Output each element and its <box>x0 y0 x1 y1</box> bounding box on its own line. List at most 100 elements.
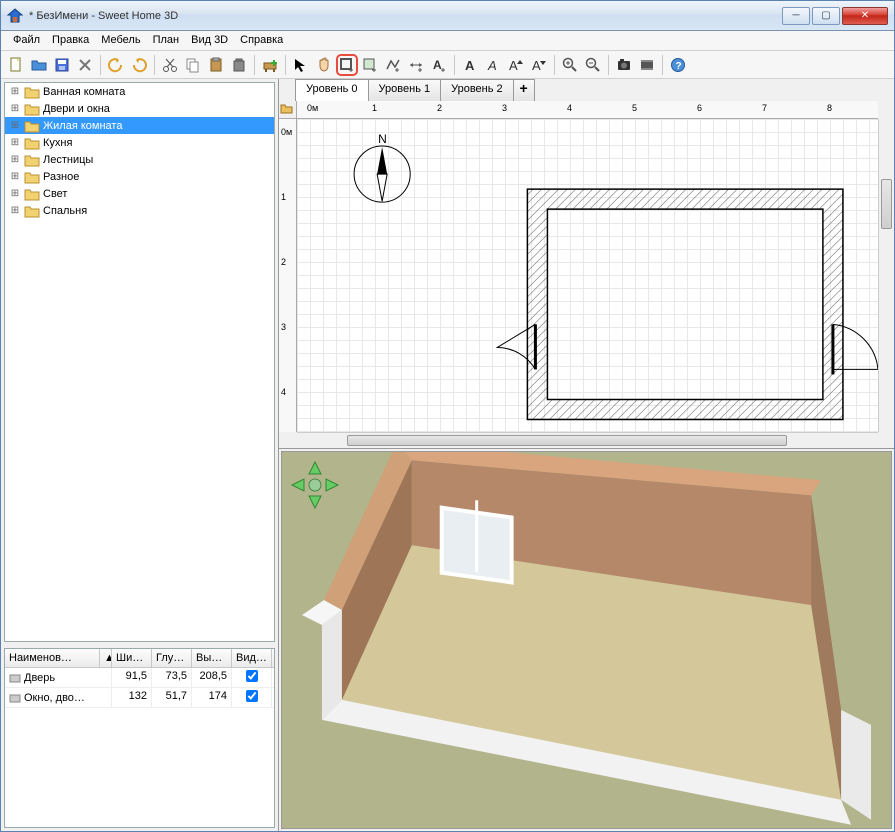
catalog-item[interactable]: ⊞Свет <box>5 185 274 202</box>
redo-button[interactable] <box>128 54 150 76</box>
ruler-tick: 1 <box>281 192 286 202</box>
create-dimensions-button[interactable] <box>405 54 427 76</box>
expand-icon[interactable]: ⊞ <box>9 137 21 148</box>
menu-file[interactable]: Файл <box>7 31 46 50</box>
ruler-tick: 3 <box>502 103 507 113</box>
catalog-item[interactable]: ⊞Ванная комната <box>5 83 274 100</box>
item-visible-checkbox[interactable] <box>246 690 258 702</box>
save-file-button[interactable] <box>51 54 73 76</box>
svg-text:A: A <box>487 58 497 73</box>
level-tab-0[interactable]: Уровень 0 <box>295 79 369 101</box>
increase-text-button[interactable]: A <box>505 54 527 76</box>
room-3d-render[interactable] <box>282 452 891 828</box>
add-furniture-button[interactable] <box>259 54 281 76</box>
text-italic-button[interactable]: A <box>482 54 504 76</box>
table-row[interactable]: Окно, дво…13251,7174 <box>5 688 274 708</box>
create-polylines-button[interactable] <box>382 54 404 76</box>
right-column: Уровень 0 Уровень 1 Уровень 2 + 0м123456… <box>279 79 894 831</box>
decrease-text-button[interactable]: A <box>528 54 550 76</box>
minimize-button[interactable]: ─ <box>782 7 810 25</box>
col-height[interactable]: Вы… <box>192 649 232 667</box>
expand-icon[interactable]: ⊞ <box>9 171 21 182</box>
compass-icon[interactable]: N <box>354 132 410 202</box>
copy-button[interactable] <box>182 54 204 76</box>
expand-icon[interactable]: ⊞ <box>9 188 21 199</box>
cut-button[interactable] <box>159 54 181 76</box>
ruler-tick: 2 <box>281 257 286 267</box>
ruler-tick: 1 <box>372 103 377 113</box>
view-3d[interactable] <box>281 451 892 829</box>
new-file-button[interactable] <box>5 54 27 76</box>
col-depth[interactable]: Глу… <box>152 649 192 667</box>
folder-icon <box>24 85 40 99</box>
create-walls-button[interactable] <box>336 54 358 76</box>
furniture-list-header[interactable]: Наименов… ▲ Ши… Глу… Вы… Види… <box>5 649 274 668</box>
svg-text:A: A <box>465 58 475 73</box>
level-add-button[interactable]: + <box>513 79 535 101</box>
catalog-item[interactable]: ⊞Двери и окна <box>5 100 274 117</box>
navigation-cross-icon[interactable] <box>290 460 340 510</box>
col-name[interactable]: Наименов… <box>5 649 100 667</box>
app-window: * БезИмени - Sweet Home 3D ─ ▢ ✕ Файл Пр… <box>0 0 895 832</box>
left-column: ⊞Ванная комната⊞Двери и окна⊞Жилая комна… <box>1 79 279 831</box>
catalog-item-label: Разное <box>43 171 79 183</box>
floor-plan[interactable]: N <box>297 119 878 430</box>
expand-icon[interactable]: ⊞ <box>9 120 21 131</box>
catalog-item[interactable]: ⊞ Разное <box>5 168 274 185</box>
col-visible[interactable]: Види… <box>232 649 272 667</box>
paste-button[interactable] <box>205 54 227 76</box>
ruler-vertical: 0м12345 <box>279 119 297 432</box>
furniture-list[interactable]: Наименов… ▲ Ши… Глу… Вы… Види… Дверь91,5… <box>4 648 275 828</box>
ruler-tick: 7 <box>762 103 767 113</box>
catalog-item[interactable]: ⊞Кухня <box>5 134 274 151</box>
item-width: 132 <box>112 688 152 707</box>
create-video-button[interactable] <box>636 54 658 76</box>
col-width[interactable]: Ши… <box>112 649 152 667</box>
undo-button[interactable] <box>105 54 127 76</box>
select-tool-button[interactable] <box>290 54 312 76</box>
pan-tool-button[interactable] <box>313 54 335 76</box>
col-sort-icon[interactable]: ▲ <box>100 649 112 667</box>
zoom-in-button[interactable] <box>559 54 581 76</box>
create-rooms-button[interactable] <box>359 54 381 76</box>
ruler-tick: 6 <box>697 103 702 113</box>
room-walls[interactable] <box>527 189 843 419</box>
menu-plan[interactable]: План <box>147 31 186 50</box>
item-name: Окно, дво… <box>24 692 85 704</box>
zoom-out-button[interactable] <box>582 54 604 76</box>
menu-edit[interactable]: Правка <box>46 31 95 50</box>
text-bold-button[interactable]: A <box>459 54 481 76</box>
folder-icon <box>24 204 40 218</box>
expand-icon[interactable]: ⊞ <box>9 205 21 216</box>
item-width: 91,5 <box>112 668 152 687</box>
preferences-button[interactable] <box>74 54 96 76</box>
close-button[interactable]: ✕ <box>842 7 888 25</box>
maximize-button[interactable]: ▢ <box>812 7 840 25</box>
furniture-catalog[interactable]: ⊞Ванная комната⊞Двери и окна⊞Жилая комна… <box>4 82 275 642</box>
plan-scrollbar-vertical[interactable] <box>878 119 894 432</box>
menu-furniture[interactable]: Мебель <box>95 31 146 50</box>
create-photo-button[interactable] <box>613 54 635 76</box>
item-icon <box>9 692 21 704</box>
ruler-tick: 0м <box>307 103 318 113</box>
delete-button[interactable] <box>228 54 250 76</box>
catalog-item[interactable]: ⊞Лестницы <box>5 151 274 168</box>
catalog-item[interactable]: ⊞Жилая комната <box>5 117 274 134</box>
menu-help[interactable]: Справка <box>234 31 289 50</box>
window-title: * БезИмени - Sweet Home 3D <box>29 10 782 22</box>
level-tab-1[interactable]: Уровень 1 <box>368 79 442 101</box>
plan-scrollbar-horizontal[interactable] <box>297 432 878 448</box>
catalog-item[interactable]: ⊞Спальня <box>5 202 274 219</box>
expand-icon[interactable]: ⊞ <box>9 86 21 97</box>
plan-canvas[interactable]: N <box>297 119 878 432</box>
table-row[interactable]: Дверь91,573,5208,5 <box>5 668 274 688</box>
item-visible-checkbox[interactable] <box>246 670 258 682</box>
create-text-button[interactable]: A <box>428 54 450 76</box>
menu-view3d[interactable]: Вид 3D <box>185 31 234 50</box>
level-tab-2[interactable]: Уровень 2 <box>440 79 514 101</box>
open-file-button[interactable] <box>28 54 50 76</box>
folder-icon <box>24 102 40 116</box>
help-button[interactable]: ? <box>667 54 689 76</box>
expand-icon[interactable]: ⊞ <box>9 103 21 114</box>
expand-icon[interactable]: ⊞ <box>9 154 21 165</box>
